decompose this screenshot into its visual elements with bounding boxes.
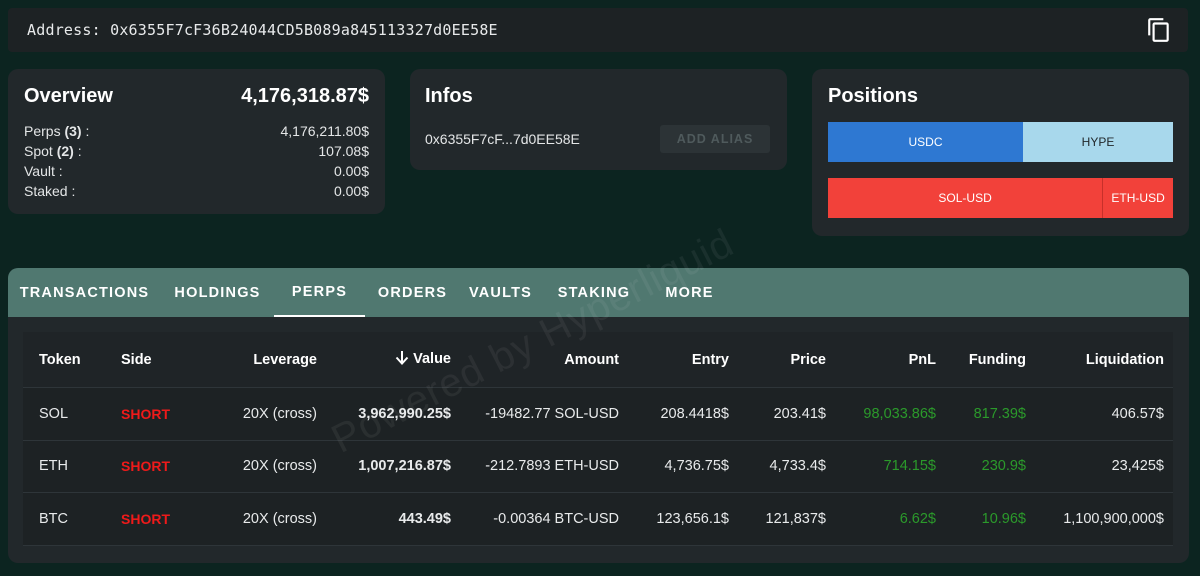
overview-value: 4,176,211.80$ bbox=[280, 123, 370, 139]
positions-bar-markets: SOL-USD ETH-USD bbox=[828, 178, 1173, 218]
add-alias-button[interactable]: ADD ALIAS bbox=[660, 125, 770, 153]
tab-bar: TRANSACTIONS HOLDINGS PERPS ORDERS VAULT… bbox=[8, 268, 1189, 317]
table-row[interactable]: BTC SHORT 20X (cross) 443.49$ -0.00364 B… bbox=[23, 493, 1173, 546]
cell-pnl: 98,033.86$ bbox=[863, 405, 936, 422]
positions-bar-assets: USDC HYPE bbox=[828, 122, 1173, 162]
cell-leverage: 20X (cross) bbox=[242, 458, 317, 475]
cell-token: SOL bbox=[39, 405, 69, 422]
table-row[interactable]: ETH SHORT 20X (cross) 1,007,216.87$ -212… bbox=[23, 440, 1173, 493]
header-value[interactable]: Value bbox=[317, 350, 451, 369]
cell-token: ETH bbox=[39, 458, 68, 475]
cell-liquidation: 23,425$ bbox=[1111, 458, 1164, 475]
position-segment-eth-usd[interactable]: ETH-USD bbox=[1102, 178, 1173, 218]
cell-side: SHORT bbox=[121, 405, 170, 422]
cell-leverage: 20X (cross) bbox=[242, 510, 317, 527]
cell-token: BTC bbox=[39, 510, 68, 527]
overview-row-vault: Vault : 0.00$ bbox=[24, 163, 369, 179]
overview-total: 4,176,318.87$ bbox=[241, 84, 369, 107]
cell-pnl: 6.62$ bbox=[899, 510, 936, 527]
cell-amount: -0.00364 BTC-USD bbox=[493, 510, 619, 527]
short-address: 0x6355F7cF...7d0EE58E bbox=[425, 131, 580, 147]
cell-funding: 230.9$ bbox=[981, 458, 1026, 475]
tab-staking[interactable]: STAKING bbox=[541, 268, 647, 317]
positions-title: Positions bbox=[828, 85, 919, 107]
tab-orders[interactable]: ORDERS bbox=[365, 268, 460, 317]
cell-side: SHORT bbox=[121, 458, 170, 475]
cell-pnl: 714.15$ bbox=[883, 458, 936, 475]
header-leverage[interactable]: Leverage bbox=[217, 352, 317, 368]
cell-funding: 817.39$ bbox=[973, 405, 1026, 422]
overview-value: 0.00$ bbox=[333, 163, 369, 179]
tab-vaults[interactable]: VAULTS bbox=[460, 268, 541, 317]
header-value-label: Value bbox=[413, 351, 451, 367]
cell-amount: -212.7893 ETH-USD bbox=[485, 458, 619, 475]
infos-card: Infos 0x6355F7cF...7d0EE58E ADD ALIAS bbox=[410, 69, 787, 170]
tab-perps[interactable]: PERPS bbox=[274, 268, 365, 317]
cell-price: 4,733.4$ bbox=[769, 458, 826, 475]
overview-value: 0.00$ bbox=[333, 183, 369, 199]
tab-transactions[interactable]: TRANSACTIONS bbox=[8, 268, 161, 317]
table-row[interactable]: SOL SHORT 20X (cross) 3,962,990.25$ -194… bbox=[23, 388, 1173, 441]
cell-funding: 10.96$ bbox=[981, 510, 1026, 527]
address-text: Address: 0x6355F7cF36B24044CD5B089a84511… bbox=[27, 21, 498, 39]
cell-liquidation: 406.57$ bbox=[1111, 405, 1164, 422]
cell-entry: 208.4418$ bbox=[660, 405, 729, 422]
cell-leverage: 20X (cross) bbox=[242, 405, 317, 422]
header-funding[interactable]: Funding bbox=[936, 352, 1026, 368]
positions-card: Positions USDC HYPE SOL-USD ETH-USD bbox=[812, 69, 1189, 236]
cell-price: 121,837$ bbox=[765, 510, 826, 527]
perps-panel: TRANSACTIONS HOLDINGS PERPS ORDERS VAULT… bbox=[8, 268, 1189, 563]
position-segment-usdc[interactable]: USDC bbox=[828, 122, 1023, 162]
cell-value: 3,962,990.25$ bbox=[358, 405, 451, 422]
tab-more[interactable]: MORE bbox=[647, 268, 732, 317]
arrow-down-icon bbox=[395, 350, 409, 369]
cell-entry: 123,656.1$ bbox=[656, 510, 729, 527]
header-entry[interactable]: Entry bbox=[619, 352, 729, 368]
address-value: 0x6355F7cF36B24044CD5B089a845113327d0EE5… bbox=[110, 21, 498, 39]
overview-row-staked: Staked : 0.00$ bbox=[24, 183, 369, 199]
overview-title: Overview bbox=[24, 84, 113, 107]
cell-value: 1,007,216.87$ bbox=[358, 458, 451, 475]
header-pnl[interactable]: PnL bbox=[826, 352, 936, 368]
overview-row-perps: Perps (3) : 4,176,211.80$ bbox=[24, 123, 370, 139]
cell-price: 203.41$ bbox=[773, 405, 826, 422]
cell-entry: 4,736.75$ bbox=[664, 458, 729, 475]
cell-side: SHORT bbox=[121, 510, 170, 527]
header-side[interactable]: Side bbox=[121, 352, 217, 368]
header-amount[interactable]: Amount bbox=[451, 352, 619, 368]
perps-table: Token Side Leverage Value Amount Entry P… bbox=[23, 332, 1173, 546]
overview-card: Overview 4,176,318.87$ Perps (3) : 4,176… bbox=[8, 69, 385, 214]
cell-value: 443.49$ bbox=[398, 510, 451, 527]
address-bar: Address: 0x6355F7cF36B24044CD5B089a84511… bbox=[8, 8, 1188, 52]
overview-row-spot: Spot (2) : 107.08$ bbox=[24, 143, 369, 159]
copy-icon[interactable] bbox=[1146, 17, 1172, 43]
tab-holdings[interactable]: HOLDINGS bbox=[161, 268, 274, 317]
table-header: Token Side Leverage Value Amount Entry P… bbox=[23, 332, 1173, 388]
position-segment-hype[interactable]: HYPE bbox=[1023, 122, 1173, 162]
header-liquidation[interactable]: Liquidation bbox=[1026, 352, 1164, 368]
overview-value: 107.08$ bbox=[318, 143, 369, 159]
header-token[interactable]: Token bbox=[23, 352, 121, 368]
infos-title: Infos bbox=[425, 85, 473, 107]
cell-amount: -19482.77 SOL-USD bbox=[485, 405, 619, 422]
header-price[interactable]: Price bbox=[729, 352, 826, 368]
cell-liquidation: 1,100,900,000$ bbox=[1063, 510, 1164, 527]
position-segment-sol-usd[interactable]: SOL-USD bbox=[828, 178, 1103, 218]
